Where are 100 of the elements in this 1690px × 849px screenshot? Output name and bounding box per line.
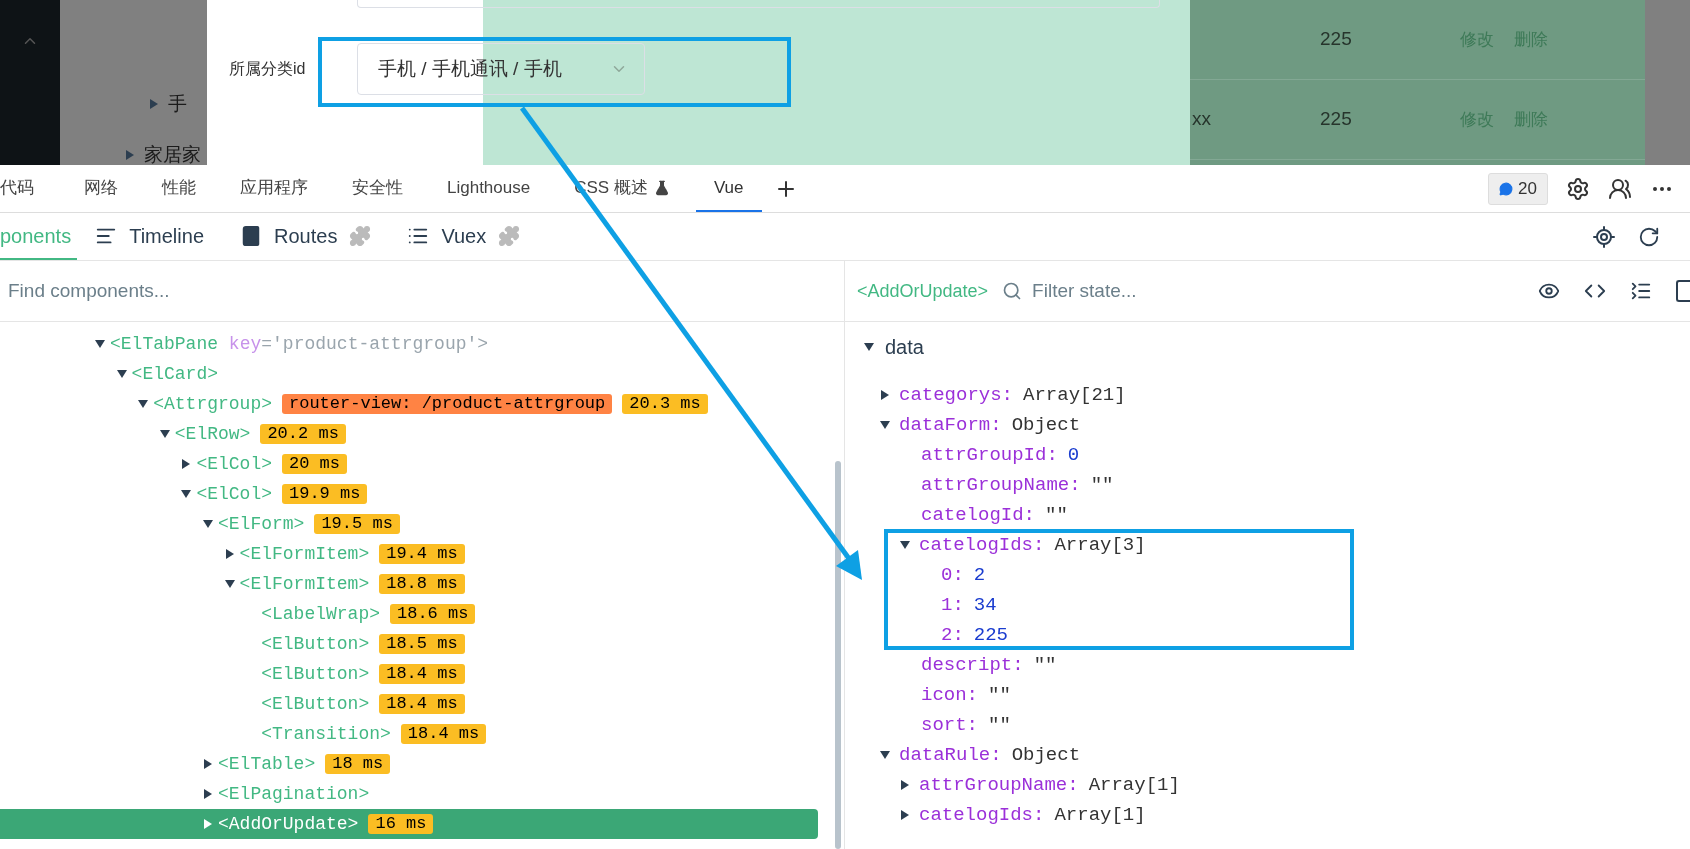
component-tag: <Attrgroup>	[153, 390, 272, 418]
state-key: attrGroupName:	[919, 770, 1079, 800]
devtools-tab[interactable]: 应用程序	[222, 165, 326, 212]
people-icon[interactable]	[1608, 176, 1632, 201]
state-key: catelogIds:	[919, 800, 1045, 830]
refresh-icon[interactable]	[1638, 225, 1660, 248]
devtools-tab[interactable]: 代码	[0, 165, 62, 212]
component-tag: <LabelWrap>	[261, 600, 380, 628]
category-select[interactable]: 手机 / 手机通讯 / 手机	[357, 43, 645, 95]
component-tree-row[interactable]: <ElTable> 18 ms	[0, 749, 818, 779]
search-field[interactable]: Find components...	[0, 261, 844, 321]
filter-field[interactable]: Filter state...	[1032, 276, 1524, 306]
devtools-tab[interactable]: 性能	[144, 165, 214, 212]
panel-icon[interactable]	[1676, 280, 1690, 302]
component-tag: <Transition>	[261, 720, 391, 748]
component-tag: <AddOrUpdate>	[218, 810, 359, 838]
component-tree-row[interactable]: <Transition> 18.4 ms	[0, 719, 818, 749]
state-key: catelogId:	[921, 500, 1036, 530]
collapse-arrow-icon[interactable]	[863, 341, 875, 353]
state-value: Array[21]	[1023, 382, 1126, 408]
component-tree-row[interactable]: <ElForm> 19.5 ms	[0, 509, 818, 539]
component-tree-row[interactable]: <AddOrUpdate> 16 ms	[0, 809, 818, 839]
panel-tab[interactable]: Timeline	[77, 213, 222, 260]
component-tree-row[interactable]: <ElCol> 20 ms	[0, 449, 818, 479]
timing-badge: 18.4 ms	[400, 724, 487, 744]
timing-badge: 19.5 ms	[314, 514, 400, 534]
state-key: 0:	[941, 560, 964, 590]
expand-arrow-icon[interactable]	[899, 809, 911, 821]
component-tag: <ElPagination>	[218, 780, 370, 808]
devtools-tab[interactable]: 安全性	[334, 165, 421, 212]
timing-badge: 18.5 ms	[379, 634, 465, 654]
flask-icon	[653, 179, 670, 196]
component-tree-row[interactable]: <ElCol> 19.9 ms	[0, 479, 818, 509]
component-tree-row[interactable]: <ElRow> 20.2 ms	[0, 419, 818, 449]
component-tree-row[interactable]: <ElButton> 18.4 ms	[0, 689, 818, 719]
target-icon[interactable]	[1592, 224, 1616, 249]
table-cell-text: 225	[1320, 107, 1353, 132]
collapse-arrow-icon[interactable]	[879, 749, 891, 761]
devtools-tab[interactable]: Vue	[695, 165, 762, 212]
state-key: icon:	[921, 680, 978, 710]
component-tree-row[interactable]: <Attrgroup> router-view: /product-attrgroup 20.3 ms	[0, 389, 818, 419]
expand-arrow-icon[interactable]	[899, 779, 911, 791]
state-value: Object	[1011, 412, 1081, 438]
timing-badge: 18.8 ms	[379, 574, 465, 594]
component-tag: <ElForm>	[218, 510, 305, 538]
timing-badge: 18.6 ms	[390, 604, 476, 624]
state-key: dataForm:	[899, 410, 1002, 440]
state-key: 2:	[941, 620, 964, 650]
issues-button[interactable]: 20	[1488, 172, 1548, 205]
menu-item[interactable]: 家居家	[144, 140, 201, 165]
expand-arrow-icon[interactable]	[202, 758, 214, 770]
collapse-arrow-icon[interactable]	[223, 578, 236, 590]
collapse-arrow-icon[interactable]	[180, 488, 193, 500]
input-field[interactable]	[357, 0, 1160, 8]
component-tag: <ElFormItem>	[239, 540, 370, 568]
component-tree-row[interactable]: <LabelWrap> 18.6 ms	[0, 599, 818, 629]
collapse-arrow-icon[interactable]	[94, 338, 106, 350]
table-cell: xx	[1192, 108, 1211, 130]
collapse-arrow-icon[interactable]	[899, 539, 911, 551]
state-value: Object	[1011, 742, 1081, 768]
collapse-arrow-icon[interactable]	[158, 428, 171, 440]
timing-badge: 18.4 ms	[379, 694, 465, 714]
collapse-arrow-icon[interactable]	[202, 518, 214, 530]
component-name: <AddOrUpdate>	[857, 279, 989, 303]
component-tag: <ElButton>	[261, 630, 370, 658]
state-value: ""	[1033, 652, 1057, 678]
collapse-arrow-icon[interactable]	[115, 368, 128, 380]
timing-badge: 19.9 ms	[282, 484, 368, 504]
panel-tab[interactable]: Routes	[222, 213, 390, 260]
collapse-list-icon[interactable]	[1630, 280, 1652, 302]
menu-item[interactable]: 手	[168, 90, 187, 119]
collapse-arrow-icon[interactable]	[879, 419, 891, 431]
devtools-tab[interactable]: 网络	[66, 165, 136, 212]
timing-badge: 19.4 ms	[379, 544, 465, 564]
devtools-tab[interactable]: Lighthouse	[429, 165, 549, 212]
scrollbar[interactable]	[835, 461, 841, 849]
component-tree-row[interactable]: <ElButton> 18.4 ms	[0, 659, 818, 689]
collapse-arrow-icon[interactable]	[137, 398, 150, 410]
expand-arrow-icon[interactable]	[202, 788, 214, 800]
component-tag: <ElButton>	[261, 690, 370, 718]
puzzle-icon	[498, 224, 521, 247]
field-label: 所属分类id	[229, 59, 307, 79]
settings-icon[interactable]	[1566, 176, 1590, 201]
state-key: dataRule:	[899, 740, 1002, 770]
state-value: Array[3]	[1054, 532, 1146, 558]
component-tree-row[interactable]: <ElFormItem> 19.4 ms	[0, 539, 818, 569]
state-value: 0	[1067, 442, 1080, 468]
state-value: 2	[973, 562, 986, 588]
expand-arrow-icon[interactable]	[879, 389, 891, 401]
component-tag: <ElButton>	[261, 660, 370, 688]
component-tag: <ElCol>	[196, 480, 272, 508]
state-key: 1:	[941, 590, 964, 620]
book-icon	[240, 224, 262, 247]
panel-tab[interactable]: Vuex	[389, 213, 539, 260]
state-key: descript:	[921, 650, 1024, 680]
component-tree-row[interactable]: <ElButton> 18.5 ms	[0, 629, 818, 659]
expand-arrow-icon[interactable]	[223, 548, 236, 560]
component-tag: <ElCard>	[131, 360, 218, 388]
section-title[interactable]: data	[885, 332, 924, 362]
component-tree-row[interactable]: <ElFormItem> 18.8 ms	[0, 569, 818, 599]
